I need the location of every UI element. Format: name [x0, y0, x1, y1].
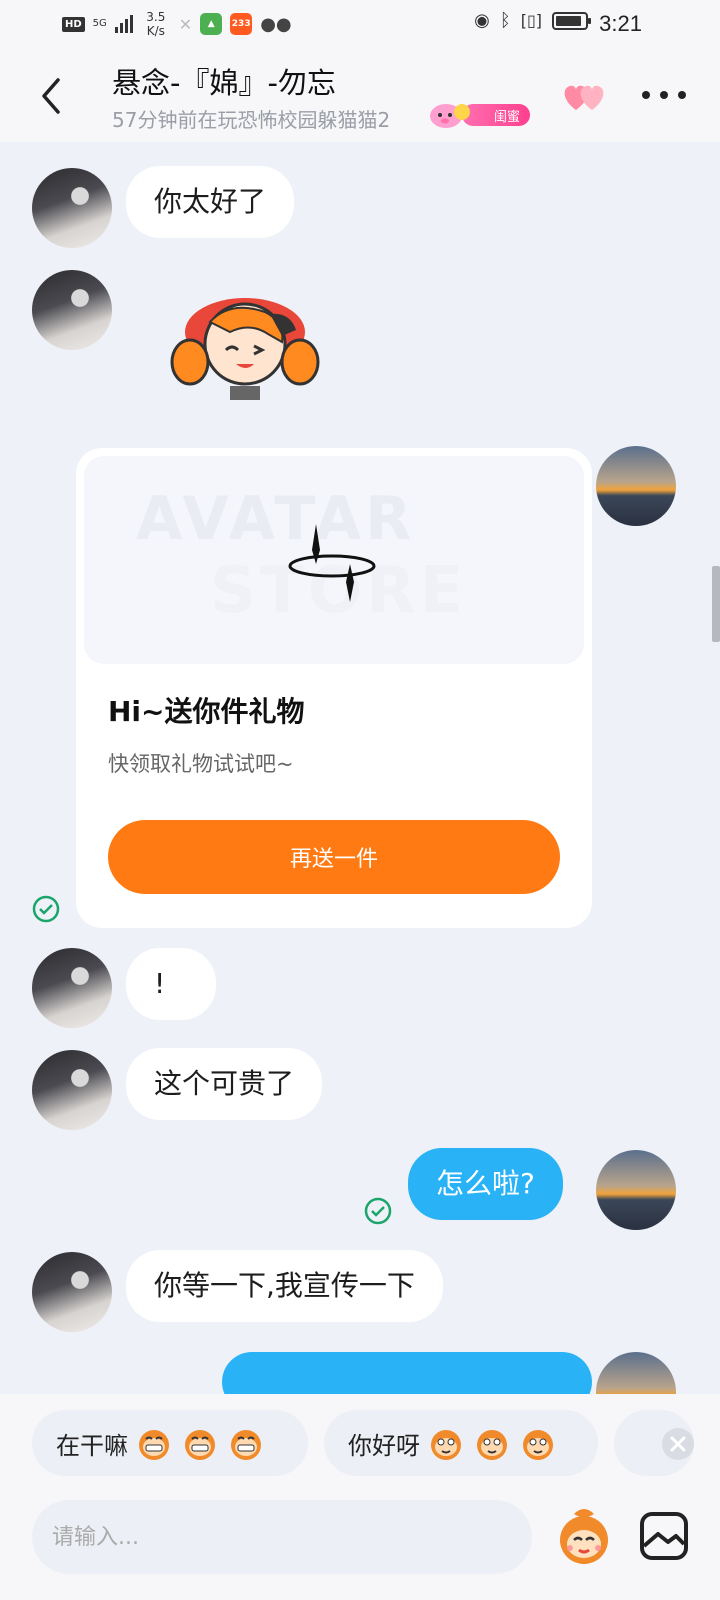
pig-face-icon — [430, 104, 470, 128]
chat-thread: 你太好了 AVATAR STORE Hi~送你件礼物 快领取礼物试试吧~ 再送一… — [0, 142, 720, 1394]
outgoing-message-partial — [222, 1352, 592, 1394]
battery-icon — [552, 11, 591, 30]
chevron-left-icon — [42, 78, 60, 114]
monkey-sticker-icon — [560, 1509, 608, 1564]
outgoing-message: 怎么啦? — [408, 1148, 563, 1220]
hearts-icon — [564, 85, 604, 110]
image-icon — [640, 1512, 688, 1560]
status-left: HD 5G 3.5 K/s ✕ ▲ 233 ●● — [62, 10, 292, 38]
laughing-monkey-icon — [231, 1430, 261, 1460]
gift-card-image: AVATAR STORE — [84, 456, 584, 664]
gift-card-title: Hi~送你件礼物 — [108, 695, 305, 728]
intimacy-hearts[interactable] — [560, 80, 610, 114]
read-check-icon — [364, 1197, 392, 1225]
contact-avatar[interactable] — [32, 948, 112, 1028]
incoming-message: ! — [126, 948, 216, 1020]
eye-icon: ◉ — [474, 10, 490, 31]
hd-icon: HD — [62, 16, 85, 32]
send-another-button[interactable]: 再送一件 — [108, 820, 560, 894]
quick-reply-label: 你好呀 — [348, 1431, 420, 1460]
contact-avatar[interactable] — [32, 168, 112, 248]
monkey-face-icon — [477, 1430, 507, 1460]
my-avatar[interactable] — [596, 1352, 676, 1394]
status-bar: HD 5G 3.5 K/s ✕ ▲ 233 ●● ◉ ᛒ [▯] 3:21 — [0, 0, 720, 50]
chat-header: 悬念-『婂』-勿忘 57分钟前在玩恐怖校园躲猫猫2 闺蜜 — [0, 50, 720, 142]
laughing-monkey-icon — [139, 1430, 169, 1460]
gift-card-subtitle: 快领取礼物试试吧~ — [108, 752, 294, 776]
monkey-face-icon — [431, 1430, 461, 1460]
contact-name: 悬念-『婂』-勿忘 — [112, 66, 336, 100]
network-label: 5G — [92, 18, 107, 29]
network-speed: 3.5 K/s — [146, 10, 166, 38]
quick-reply-label: 在干嘛 — [56, 1431, 128, 1460]
status-right: ◉ ᛒ [▯] — [474, 10, 591, 31]
contact-activity: 57分钟前在玩恐怖校园躲猫猫2 — [112, 108, 391, 132]
girl-sticker — [170, 298, 320, 400]
back-button[interactable] — [36, 76, 68, 116]
quick-reply-chip[interactable]: 在干嘛 — [32, 1410, 308, 1476]
incoming-message: 这个可贵了 — [126, 1048, 323, 1120]
monkey-face-icon — [523, 1430, 553, 1460]
close-notification-icon: ✕ — [178, 14, 193, 34]
quick-replies: 在干嘛 你好呀 — [0, 1394, 720, 1490]
quick-reply-chip[interactable]: 你好呀 — [324, 1410, 598, 1476]
more-options-button[interactable] — [642, 80, 686, 110]
read-check-icon — [32, 895, 60, 923]
message-input[interactable] — [32, 1500, 532, 1574]
image-button[interactable] — [636, 1508, 692, 1564]
incoming-message: 你等一下,我宣传一下 — [126, 1250, 443, 1322]
app-233-icon: 233 — [230, 13, 253, 35]
relation-badge[interactable]: 闺蜜 — [428, 100, 532, 128]
vibrate-icon: [▯] — [520, 11, 542, 30]
incoming-message: 你太好了 — [126, 166, 295, 238]
laughing-monkey-icon — [185, 1430, 215, 1460]
halo-icon — [288, 524, 376, 602]
scrollbar[interactable] — [712, 566, 720, 642]
contact-avatar[interactable] — [32, 1252, 112, 1332]
wechat-icon: ●● — [260, 13, 292, 35]
map-app-icon: ▲ — [200, 13, 223, 35]
my-avatar[interactable] — [596, 446, 676, 526]
gift-card[interactable]: AVATAR STORE Hi~送你件礼物 快领取礼物试试吧~ 再送一件 — [76, 448, 592, 928]
contact-avatar[interactable] — [32, 1050, 112, 1130]
sticker-button[interactable] — [552, 1504, 616, 1568]
contact-avatar[interactable] — [32, 270, 112, 350]
close-quick-replies-button[interactable] — [662, 1428, 694, 1460]
signal-icon — [114, 15, 133, 33]
input-bar — [0, 1490, 720, 1600]
close-icon — [670, 1436, 686, 1452]
my-avatar[interactable] — [596, 1150, 676, 1230]
clock: 3:21 — [599, 11, 642, 36]
bluetooth-icon: ᛒ — [499, 10, 511, 31]
